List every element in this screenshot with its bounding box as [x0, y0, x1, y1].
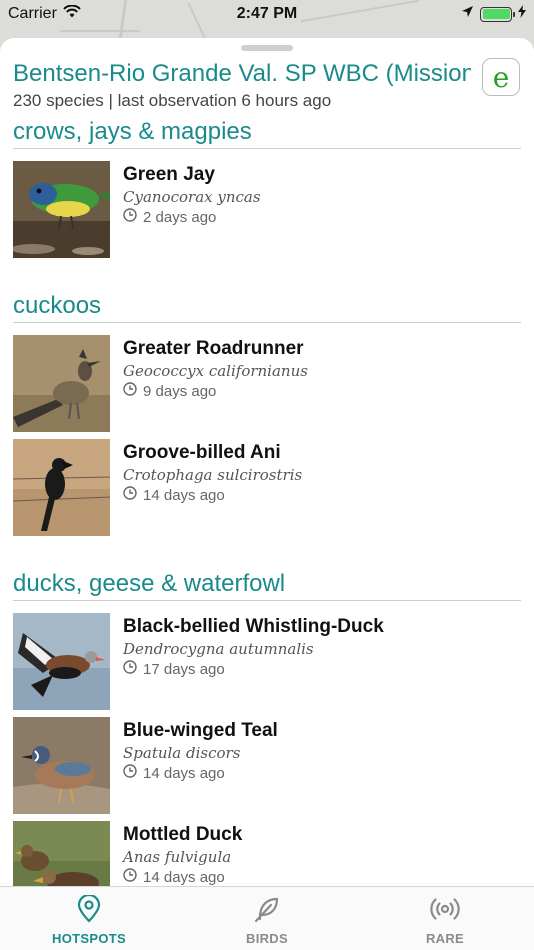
bird-scientific-name: Crotophaga sulcirostris	[123, 466, 303, 484]
species-group: ducks, geese & waterfowl Black-bellied W…	[0, 570, 534, 886]
last-seen-text: 14 days ago	[143, 487, 225, 504]
last-seen: 17 days ago	[123, 659, 384, 681]
status-time: 2:47 PM	[236, 5, 298, 22]
hotspot-sheet: Bentsen-Rio Grande Val. SP WBC (Mission)…	[0, 38, 534, 950]
bird-name: Green Jay	[123, 164, 215, 185]
clock-icon	[123, 867, 137, 886]
last-seen-text: 2 days ago	[143, 209, 217, 226]
bird-scientific-name: Dendrocygna autumnalis	[123, 640, 314, 658]
bird-scientific-name: Spatula discors	[123, 744, 241, 762]
bird-scientific-name: Cyanocorax yncas	[123, 188, 261, 206]
hotspot-subtitle: 230 species | last observation 6 hours a…	[13, 91, 332, 110]
group-title: cuckoos	[13, 292, 521, 323]
last-seen-text: 9 days ago	[143, 383, 217, 400]
bird-scientific-name: Anas fulvigula	[123, 848, 232, 866]
bird-name: Blue-winged Teal	[123, 720, 278, 741]
tab-bar: HOTSPOTS BIRDS RARE	[0, 886, 534, 950]
clock-icon	[123, 659, 137, 681]
list-item[interactable]: Green Jay Cyanocorax yncas 2 days ago	[13, 161, 534, 258]
tab-label: HOTSPOTS	[52, 931, 126, 946]
last-seen: 14 days ago	[123, 867, 242, 886]
tab-label: RARE	[425, 931, 465, 946]
bird-thumbnail-greater-roadrunner	[13, 335, 110, 432]
sheet-grabber[interactable]	[241, 45, 293, 51]
list-item[interactable]: Blue-winged Teal Spatula discors 14 days…	[13, 717, 534, 814]
clock-icon	[123, 381, 137, 403]
bird-thumbnail-green-jay	[13, 161, 110, 258]
ebird-button[interactable]: e	[482, 58, 520, 96]
last-seen-text: 14 days ago	[143, 765, 225, 782]
bird-name: Groove-billed Ani	[123, 442, 281, 463]
list-item[interactable]: Black-bellied Whistling-Duck Dendrocygna…	[13, 613, 534, 710]
species-list[interactable]: crows, jays & magpies Green Jay Cyanocor…	[0, 118, 534, 886]
last-seen: 14 days ago	[123, 485, 302, 507]
last-seen: 9 days ago	[123, 381, 308, 403]
bird-thumbnail-mottled-duck	[13, 821, 110, 886]
bird-name: Black-bellied Whistling-Duck	[123, 616, 384, 637]
group-title: ducks, geese & waterfowl	[13, 570, 521, 601]
group-title: crows, jays & magpies	[13, 118, 521, 149]
species-group: crows, jays & magpies Green Jay Cyanocor…	[0, 118, 534, 258]
list-item[interactable]: Greater Roadrunner Geococcyx californian…	[13, 335, 534, 432]
bird-name: Greater Roadrunner	[123, 338, 304, 359]
bird-thumbnail-blue-winged-teal	[13, 717, 110, 814]
last-seen-text: 14 days ago	[143, 869, 225, 886]
last-seen: 14 days ago	[123, 763, 278, 785]
feather-icon	[253, 895, 281, 928]
battery-icon	[480, 6, 515, 22]
tab-rare[interactable]: RARE	[356, 887, 534, 950]
species-group: cuckoos Greater Roadrunner Geococcyx cal…	[0, 292, 534, 536]
last-seen-text: 17 days ago	[143, 661, 225, 678]
bird-thumbnail-black-bellied-whistling-duck	[13, 613, 110, 710]
list-item[interactable]: Groove-billed Ani Crotophaga sulcirostri…	[13, 439, 534, 536]
tab-birds[interactable]: BIRDS	[178, 887, 356, 950]
bird-thumbnail-groove-billed-ani	[13, 439, 110, 536]
hotspot-title: Bentsen-Rio Grande Val. SP WBC (Mission)	[13, 60, 471, 87]
broadcast-icon	[430, 895, 460, 928]
last-seen: 2 days ago	[123, 207, 261, 229]
charging-bolt-icon	[518, 5, 526, 23]
clock-icon	[123, 485, 137, 507]
hotspot-header: Bentsen-Rio Grande Val. SP WBC (Mission)…	[13, 60, 473, 111]
clock-icon	[123, 763, 137, 785]
bird-scientific-name: Geococcyx californianus	[123, 362, 308, 380]
map-pin-icon	[76, 893, 102, 928]
list-item[interactable]: Mottled Duck Anas fulvigula 14 days ago	[13, 821, 534, 886]
tab-hotspots[interactable]: HOTSPOTS	[0, 887, 178, 950]
bird-name: Mottled Duck	[123, 824, 243, 845]
status-bar: Carrier 2:47 PM	[0, 0, 534, 30]
clock-icon	[123, 207, 137, 229]
tab-label: BIRDS	[246, 931, 288, 946]
location-arrow-icon	[461, 5, 474, 23]
